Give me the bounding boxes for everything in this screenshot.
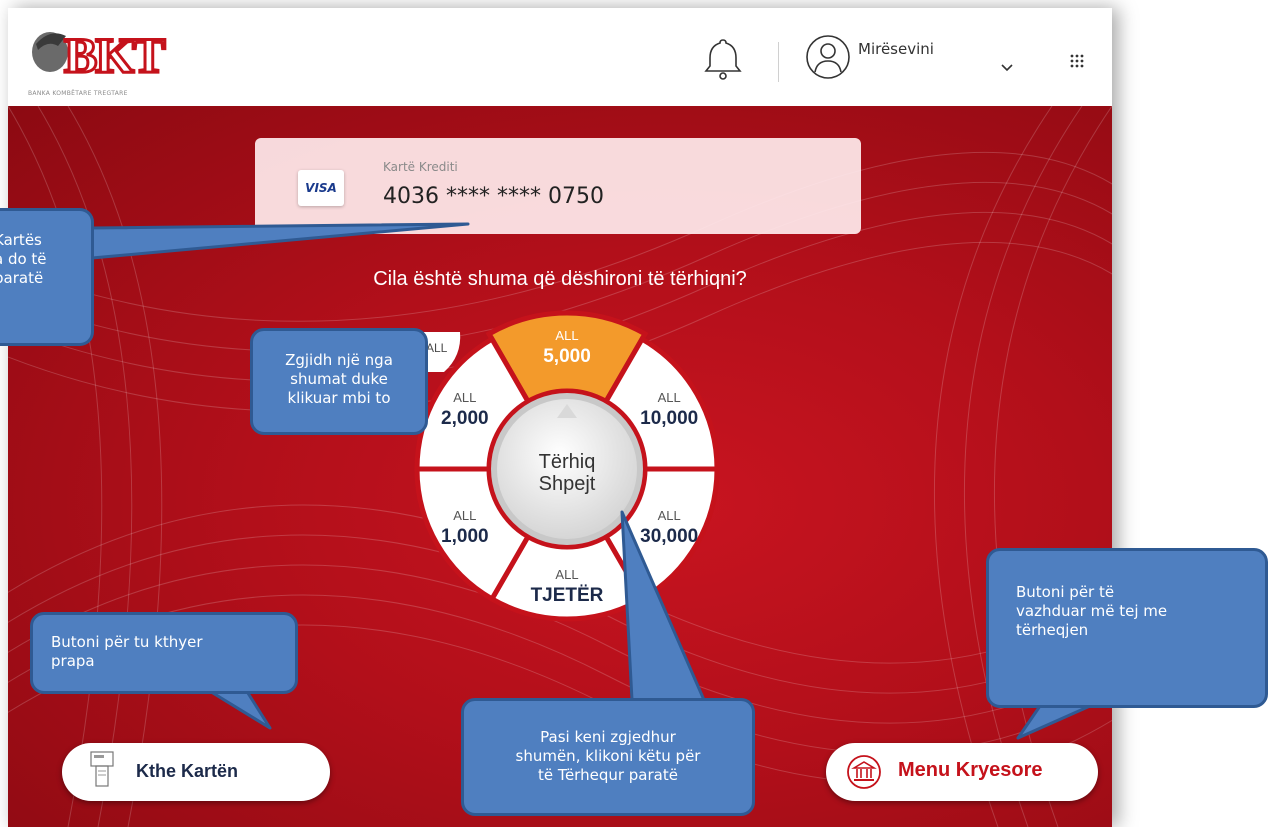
amount-currency: ALL <box>658 508 681 523</box>
amount-currency: ALL <box>555 567 578 582</box>
card-return-icon <box>90 751 114 787</box>
callout-withdraw: Pasi keni zgjedhur shumën, klikoni këtu … <box>461 698 755 816</box>
back-card-button[interactable]: Kthe Kartën <box>62 743 330 801</box>
callout-choose-amount: Zgjidh një nga shumat duke klikuar mbi t… <box>250 328 428 435</box>
amount-currency: ALL <box>658 390 681 405</box>
amount-value: 30,000 <box>640 526 698 547</box>
amount-currency: ALL <box>453 508 476 523</box>
callout-withdraw-line1: Pasi keni zgjedhur <box>540 728 676 746</box>
callout-choose-line2: shumat duke <box>290 370 388 388</box>
callout-continue-line3: tërheqjen <box>1016 621 1089 639</box>
callout-choose-line3: klikuar mbi to <box>287 389 391 407</box>
greeting-text: Mirësevini <box>858 40 934 58</box>
logo-subtitle: BANKA KOMBËTARE TREGTARE <box>28 90 128 97</box>
main-menu-button[interactable]: Menu Kryesore <box>826 743 1098 801</box>
visa-icon: VISA <box>298 170 344 206</box>
amount-value: TJETËR <box>531 585 604 606</box>
amount-currency: ALL <box>555 328 578 343</box>
callout-withdraw-line2: shumën, klikoni këtu për <box>515 747 701 765</box>
withdraw-quick-line2: Shpejt <box>539 473 596 495</box>
amount-value: 10,000 <box>640 408 698 429</box>
callout-card-info-line1: Kartës <box>0 231 42 249</box>
withdraw-quick-line1: Tërhiq <box>539 451 596 473</box>
callout-choose-line1: Zgjidh një nga <box>285 351 393 369</box>
callout-back-line2: prapa <box>51 652 95 670</box>
bank-icon <box>847 755 881 789</box>
callout-continue-line1: Butoni për të <box>1016 583 1115 601</box>
card-info-panel: VISA Kartë Krediti 4036 **** **** 0750 <box>255 138 861 234</box>
callout-back-line1: Butoni për tu kthyer <box>51 633 203 651</box>
main-menu-label: Menu Kryesore <box>898 759 1043 781</box>
withdraw-quick-button[interactable]: Tërhiq Shpejt <box>491 393 643 545</box>
amount-value: 2,000 <box>441 408 489 429</box>
header: BKT BANKA KOMBËTARE TREGTARE Mirësevini <box>8 8 1112 106</box>
amount-currency: ALL <box>453 390 476 405</box>
callout-card-info-line2: a do të <box>0 250 47 268</box>
callout-continue: Butoni për të vazhduar më tej me tërheqj… <box>986 548 1268 708</box>
callout-withdraw-line3: të Tërhequr paratë <box>538 766 678 784</box>
chevron-down-icon[interactable] <box>1000 58 1014 72</box>
callout-card-info: Kartës a do të paratë <box>0 208 94 346</box>
back-card-label: Kthe Kartën <box>136 761 239 781</box>
callout-back: Butoni për tu kthyer prapa <box>30 612 298 694</box>
callout-continue-line2: vazhduar më tej me <box>1016 602 1168 620</box>
card-type-label: Kartë Krediti <box>383 160 458 174</box>
user-icon[interactable] <box>805 34 851 80</box>
callout-card-info-line3: paratë <box>0 269 44 287</box>
bell-icon[interactable] <box>703 36 743 82</box>
amount-question: Cila është shuma që dëshironi të tërhiqn… <box>373 268 747 290</box>
amount-value: 1,000 <box>441 526 489 547</box>
hidden-chip-label: ALL <box>426 341 448 355</box>
bkt-logo: BKT BANKA KOMBËTARE TREGTARE <box>28 22 198 100</box>
svg-text:BKT: BKT <box>64 27 165 83</box>
apps-grid-icon[interactable] <box>1069 53 1085 69</box>
header-divider <box>778 42 779 82</box>
card-number: 4036 **** **** 0750 <box>383 184 604 209</box>
amount-value: 5,000 <box>543 346 591 367</box>
